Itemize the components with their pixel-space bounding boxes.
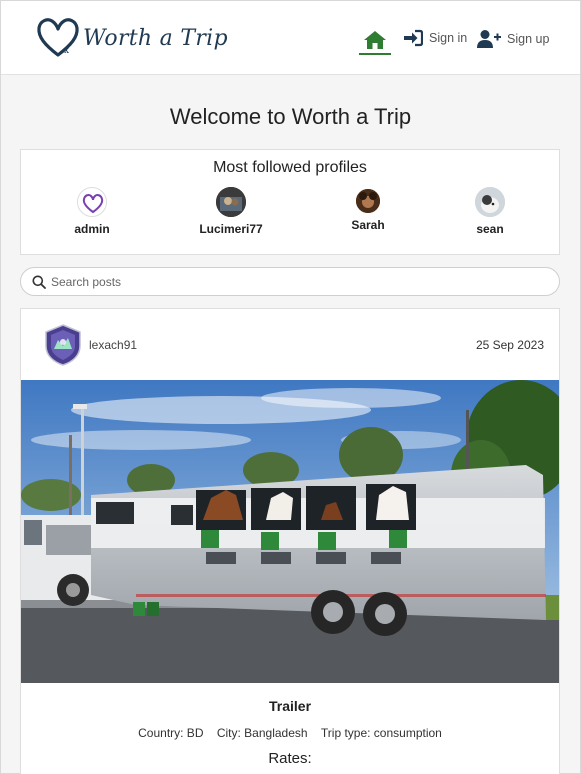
shield-badge-icon (45, 324, 81, 366)
profile-name: Sarah (351, 218, 385, 232)
post-card[interactable]: lexach91 25 Sep 2023 Trailer Country: BD… (20, 308, 560, 774)
post-city: City: Bangladesh (216, 726, 308, 740)
brand-logo[interactable]: x Worth a Trip (35, 15, 228, 61)
horse-trailer-photo (21, 380, 559, 683)
followed-profiles-title: Most followed profiles (213, 159, 367, 176)
profile-sarah[interactable]: Sarah (323, 187, 413, 232)
home-icon (364, 31, 386, 49)
profile-sean[interactable]: sean (445, 187, 535, 236)
nav-home-link[interactable] (359, 27, 391, 55)
avatar (77, 187, 107, 217)
heart-logo-icon: x (37, 18, 79, 57)
user-plus-icon (477, 30, 501, 48)
post-meta: Country: BD City: Bangladesh Trip type: … (21, 726, 559, 740)
brand-text: Worth a Trip (83, 25, 228, 51)
heart-logo-icon (82, 194, 104, 214)
nav-sign-in-label: Sign in (429, 31, 468, 45)
svg-text:x: x (64, 46, 69, 56)
rates-heading: Rates: (268, 750, 312, 767)
nav-sign-in-link[interactable]: Sign in (403, 29, 467, 47)
navbar: x Worth a Trip Sign in Sign up (1, 1, 580, 75)
post-trip-type: Trip type: consumption (320, 726, 442, 740)
avatar (475, 187, 505, 217)
followed-profiles-card: Most followed profiles admin Lucimeri77 (20, 149, 560, 255)
search-icon (32, 275, 46, 289)
search-bar[interactable] (20, 267, 560, 296)
nav-sign-up-link[interactable]: Sign up (477, 29, 549, 49)
nav-sign-up-label: Sign up (507, 32, 550, 46)
profile-name: sean (476, 222, 504, 236)
post-author[interactable]: lexach91 (89, 338, 137, 352)
author-avatar[interactable] (43, 324, 83, 366)
photo-avatar-icon (216, 187, 246, 217)
sign-in-icon (404, 29, 423, 47)
profile-admin[interactable]: admin (47, 187, 137, 236)
page-title: Welcome to Worth a Trip (169, 104, 412, 129)
post-date: 25 Sep 2023 (475, 338, 544, 352)
post-image[interactable] (21, 380, 559, 683)
photo-avatar-icon (356, 189, 380, 213)
profile-name: admin (74, 222, 110, 236)
profile-name: Lucimeri77 (199, 222, 263, 236)
profile-lucimeri77[interactable]: Lucimeri77 (186, 187, 276, 236)
post-country: Country: BD (138, 726, 204, 740)
avatar (216, 187, 246, 217)
search-input[interactable] (51, 272, 531, 292)
post-title: Trailer (268, 698, 312, 714)
avatar (356, 189, 380, 213)
dog-photo-avatar-icon (475, 187, 505, 217)
